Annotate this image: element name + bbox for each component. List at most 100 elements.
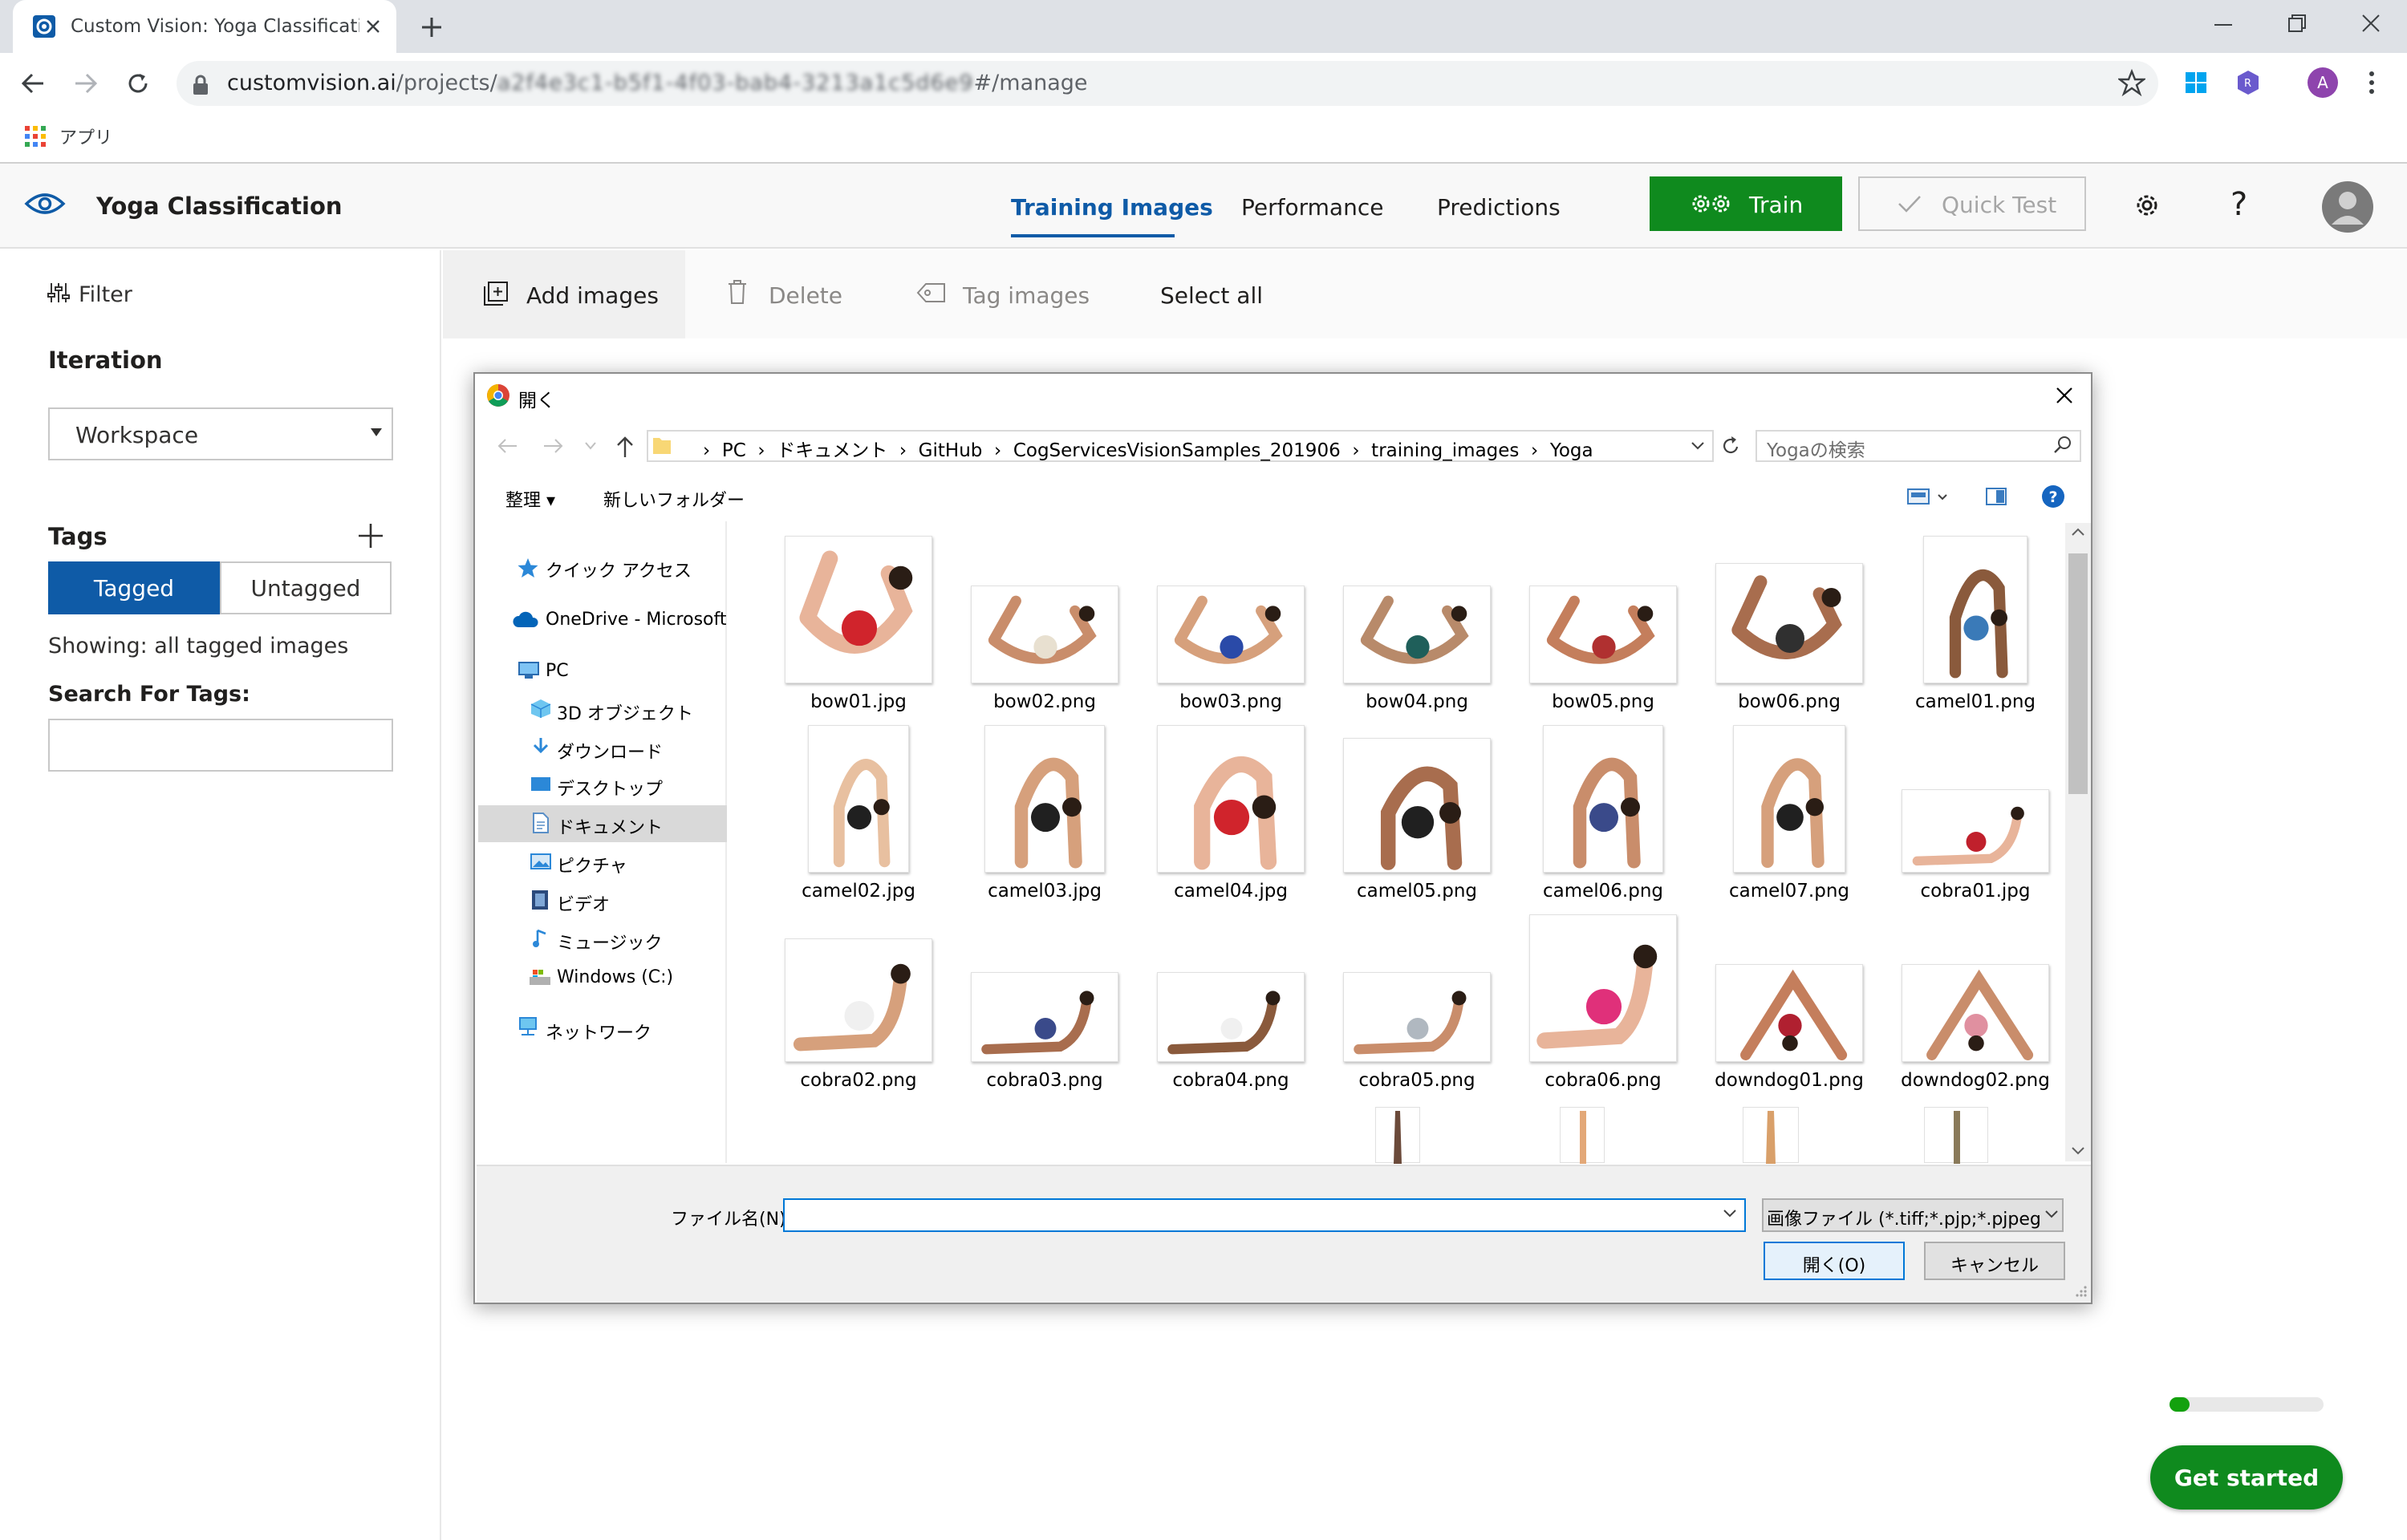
tag-images-button[interactable]: Tag images xyxy=(963,282,1090,309)
file-thumbnail[interactable] xyxy=(1343,972,1491,1062)
breadcrumb-documents[interactable]: ドキュメント xyxy=(777,440,887,461)
nav-music[interactable]: ミュージック xyxy=(557,929,663,954)
eye-logo-icon[interactable] xyxy=(24,189,66,218)
file-name-label[interactable]: camel05.png xyxy=(1324,881,1510,902)
minimize-icon[interactable] xyxy=(2211,13,2235,37)
tab-training-images[interactable]: Training Images xyxy=(1011,194,1213,221)
profile-avatar[interactable]: A xyxy=(2308,67,2338,98)
delete-button[interactable]: Delete xyxy=(769,282,842,309)
windows-extension-icon[interactable] xyxy=(2184,71,2208,95)
delete-trash-icon[interactable] xyxy=(727,279,748,305)
filter-sliders-icon[interactable] xyxy=(47,281,71,305)
close-window-icon[interactable] xyxy=(2359,11,2383,35)
file-name-input[interactable] xyxy=(783,1198,1746,1232)
file-thumbnail[interactable] xyxy=(1543,725,1663,873)
select-all-button[interactable]: Select all xyxy=(1160,282,1263,309)
back-icon[interactable] xyxy=(19,71,47,96)
file-name-dropdown-icon[interactable] xyxy=(1722,1208,1738,1219)
close-tab-icon[interactable] xyxy=(363,16,384,37)
nav-onedrive[interactable]: OneDrive - Microsoft xyxy=(546,610,727,630)
add-tag-plus-icon[interactable] xyxy=(356,521,385,550)
nav-network[interactable]: ネットワーク xyxy=(546,1019,651,1044)
breadcrumb-pc[interactable]: PC xyxy=(722,440,746,461)
browser-menu-icon[interactable] xyxy=(2367,69,2377,96)
scrollbar-thumb[interactable] xyxy=(2068,553,2088,794)
file-name-label[interactable]: cobra01.jpg xyxy=(1882,881,2068,902)
forward-icon[interactable] xyxy=(72,71,99,96)
settings-gear-icon[interactable] xyxy=(2133,191,2161,220)
organize-menu[interactable]: 整理 ▾ xyxy=(505,486,555,512)
resize-grip-icon[interactable] xyxy=(2073,1283,2088,1298)
tag-icon[interactable] xyxy=(916,281,947,305)
file-name-label[interactable]: camel06.png xyxy=(1510,881,1696,902)
file-thumbnail[interactable] xyxy=(971,972,1118,1062)
file-thumbnail[interactable] xyxy=(971,586,1118,683)
recent-locations-icon[interactable] xyxy=(584,441,597,451)
file-thumbnail[interactable] xyxy=(808,725,909,873)
nav-desktop[interactable]: デスクトップ xyxy=(557,775,663,800)
file-name-label[interactable]: bow04.png xyxy=(1324,691,1510,712)
scroll-down-icon[interactable] xyxy=(2070,1145,2086,1157)
browser-tab[interactable]: Custom Vision: Yoga Classification xyxy=(13,0,396,53)
extension-badge-icon[interactable]: R xyxy=(2235,69,2261,96)
file-thumbnail[interactable] xyxy=(1715,964,1863,1062)
new-folder-button[interactable]: 新しいフォルダー xyxy=(603,486,745,512)
file-name-label[interactable]: bow06.png xyxy=(1696,691,1882,712)
refresh-icon[interactable] xyxy=(1720,435,1741,457)
tab-predictions[interactable]: Predictions xyxy=(1437,194,1561,221)
file-name-label[interactable]: camel04.jpg xyxy=(1138,881,1324,902)
preview-pane-icon[interactable] xyxy=(1985,486,2007,507)
file-thumbnail[interactable] xyxy=(1343,586,1491,683)
file-thumbnail[interactable] xyxy=(1923,536,2027,683)
nav-pictures[interactable]: ピクチャ xyxy=(557,852,627,877)
file-name-label[interactable]: camel07.png xyxy=(1696,881,1882,902)
file-thumbnail[interactable] xyxy=(785,536,932,683)
nav-documents[interactable]: ドキュメント xyxy=(557,813,663,839)
search-tags-input[interactable] xyxy=(48,719,393,772)
breadcrumb-yoga[interactable]: Yoga xyxy=(1550,440,1593,461)
tab-performance[interactable]: Performance xyxy=(1241,194,1383,221)
nav-3d-objects[interactable]: 3D オブジェクト xyxy=(557,699,693,725)
nav-windows-c[interactable]: Windows (C:) xyxy=(557,967,673,987)
filter-button[interactable]: Filter xyxy=(79,282,132,307)
file-thumbnail[interactable] xyxy=(1529,586,1677,683)
help-icon[interactable]: ? xyxy=(2230,186,2247,223)
file-thumbnail[interactable] xyxy=(1733,725,1845,873)
file-name-label[interactable]: downdog01.png xyxy=(1696,1070,1882,1091)
file-name-label[interactable]: cobra04.png xyxy=(1138,1070,1324,1091)
file-thumbnail[interactable] xyxy=(785,938,932,1062)
file-thumbnail[interactable] xyxy=(1343,738,1491,873)
file-name-label[interactable]: cobra03.png xyxy=(952,1070,1138,1091)
file-name-label[interactable]: downdog02.png xyxy=(1882,1070,2068,1091)
file-name-label[interactable]: cobra05.png xyxy=(1324,1070,1510,1091)
file-thumbnail[interactable] xyxy=(1157,972,1305,1062)
file-name-label[interactable]: cobra06.png xyxy=(1510,1070,1696,1091)
dialog-back-icon[interactable] xyxy=(496,436,520,456)
file-thumbnail[interactable] xyxy=(1157,725,1305,873)
file-thumbnail[interactable] xyxy=(1157,586,1305,683)
train-button[interactable] xyxy=(1650,176,1842,231)
apps-bookmark-label[interactable]: アプリ xyxy=(59,124,112,149)
scroll-up-icon[interactable] xyxy=(2070,526,2086,537)
nav-quick-access[interactable]: クイック アクセス xyxy=(546,557,692,582)
view-options-icon[interactable] xyxy=(1906,486,1951,507)
file-thumbnail[interactable] xyxy=(1715,563,1863,683)
apps-grid-icon[interactable] xyxy=(24,125,47,148)
breadcrumb-github[interactable]: GitHub xyxy=(919,440,983,461)
search-icon[interactable] xyxy=(2052,435,2073,456)
file-name-label[interactable]: camel03.jpg xyxy=(952,881,1138,902)
path-dropdown-icon[interactable] xyxy=(1690,440,1706,452)
project-name[interactable]: Yoga Classification xyxy=(96,192,343,220)
restore-icon[interactable] xyxy=(2285,11,2309,35)
file-name-label[interactable]: camel01.png xyxy=(1882,691,2068,712)
up-folder-icon[interactable] xyxy=(615,435,635,459)
nav-downloads[interactable]: ダウンロード xyxy=(557,738,663,764)
breadcrumb-samples[interactable]: CogServicesVisionSamples_201906 xyxy=(1013,440,1341,461)
dialog-forward-icon[interactable] xyxy=(541,436,565,456)
reload-icon[interactable] xyxy=(124,69,152,98)
help-circle-icon[interactable]: ? xyxy=(2041,484,2065,509)
file-thumbnail[interactable] xyxy=(1529,914,1677,1062)
breadcrumb-training-images[interactable]: training_images xyxy=(1371,440,1519,461)
file-name-label[interactable]: cobra02.png xyxy=(765,1070,952,1091)
nav-pc[interactable]: PC xyxy=(546,661,569,681)
